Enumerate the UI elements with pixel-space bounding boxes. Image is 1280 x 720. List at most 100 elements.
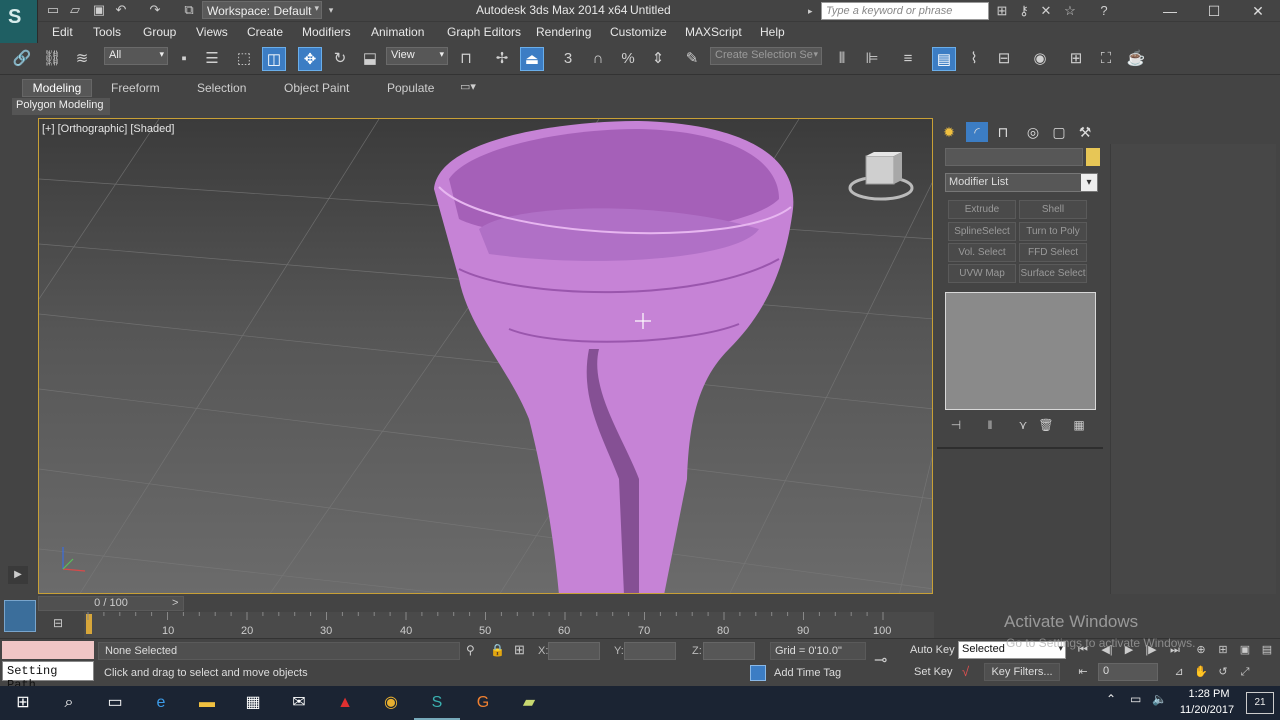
uvw-map-button[interactable]: UVW Map [948,264,1016,283]
rendered-frame-icon[interactable]: ⛶ [1094,47,1118,71]
menu-animation[interactable]: Animation [371,25,424,39]
notifications-icon[interactable]: 21 [1246,692,1274,714]
viewport-label[interactable]: [+] [Orthographic] [Shaded] [42,123,174,135]
new-file-icon[interactable]: ▭ [44,2,62,18]
volume-icon[interactable]: 🔈 [1152,692,1167,706]
menu-rendering[interactable]: Rendering [536,25,591,39]
scene-explorer-icon[interactable]: ▤ [932,47,956,71]
recorder-icon[interactable]: G [460,686,506,720]
utilities-tab-icon[interactable]: ⚒ [1074,122,1096,142]
snaps-toggle-icon[interactable]: 3 [556,47,580,71]
tab-freeform[interactable]: Freeform [111,81,160,95]
save-icon[interactable]: ▣ [90,2,108,18]
select-scale-icon[interactable]: ⬓ [358,47,382,71]
close-button[interactable]: ✕ [1236,0,1280,22]
remove-modifier-icon[interactable]: 🗑 [1036,418,1056,434]
reference-coord-dropdown[interactable]: View ▾ [386,47,448,65]
selection-lock-icon[interactable]: 🔒 [490,643,505,657]
polygon-modeling-panel[interactable]: Polygon Modeling [12,98,110,115]
orbit-icon[interactable]: ↺ [1214,664,1232,680]
pivot-center-icon[interactable]: ⊓ [454,47,478,71]
make-unique-icon[interactable]: ⋎ [1013,418,1033,434]
select-manipulate-icon[interactable]: ✢ [490,47,514,71]
rect-region-icon[interactable]: ⬚ [232,47,256,71]
z-coord-field[interactable] [703,642,755,660]
select-move-icon[interactable]: ✥ [298,47,322,71]
viewport[interactable] [38,118,933,594]
spinner-snap-icon[interactable]: ⇕ [646,47,670,71]
link-icon[interactable]: 🔗 [10,47,34,71]
pin-stack-icon[interactable]: ⊣ [946,418,966,434]
isolate-icon[interactable]: ⚲ [466,643,475,657]
notes-icon[interactable]: ▰ [506,686,552,720]
menu-modifiers[interactable]: Modifiers [302,25,351,39]
search-expand-icon[interactable]: ▸ [808,2,820,20]
curve-editor-icon[interactable]: ⌇ [962,47,986,71]
named-selection-dropdown[interactable]: Create Selection Se ▾ [710,47,822,65]
vol-select-button[interactable]: Vol. Select [948,243,1016,262]
minimize-button[interactable]: — [1148,0,1192,22]
absolute-mode-icon[interactable]: ⊞ [514,642,525,658]
menu-graph-editors[interactable]: Graph Editors [447,25,521,39]
field-of-view-icon[interactable]: ⊿ [1170,664,1188,680]
ribbon-options-icon[interactable]: ▭▾ [460,80,476,93]
add-time-tag-button[interactable]: Add Time Tag [770,664,845,682]
layer-manager-icon[interactable]: ≡ [896,47,920,71]
3dsmax-taskbar-icon[interactable]: S [414,686,460,720]
schematic-view-icon[interactable]: ⊟ [992,47,1016,71]
auto-key-button[interactable]: Auto Key [910,644,955,656]
viewport-scene[interactable] [39,119,933,594]
menu-maxscript[interactable]: MAXScript [685,25,742,39]
unlink-icon[interactable]: ⛓ [40,47,64,71]
tab-object-paint[interactable]: Object Paint [284,81,349,95]
render-production-icon[interactable]: ☕ [1124,47,1148,71]
workspace-selector[interactable]: Workspace: Default ▾ [202,1,322,19]
time-slider[interactable]: 0 / 100 [38,596,184,611]
maximize-viewport-icon[interactable]: ⤢ [1236,664,1254,680]
pan-view-icon[interactable]: ✋ [1192,664,1210,680]
tab-modeling[interactable]: Modeling [22,79,92,97]
y-coord-field[interactable] [624,642,676,660]
file-explorer-icon[interactable]: ▬ [184,686,230,720]
maxscript-mini-listener[interactable]: Setting Path [2,661,94,692]
binoculars-icon[interactable]: ⊞ [992,2,1012,20]
search-input[interactable]: Type a keyword or phrase [821,2,989,20]
view-cube-icon[interactable] [848,152,914,204]
help-icon[interactable]: ? [1094,2,1114,20]
windows-start-icon[interactable]: ⊞ [0,686,46,720]
surface-select-button[interactable]: Surface Select [1019,264,1087,283]
tab-selection[interactable]: Selection [197,81,246,95]
set-key-button[interactable]: Set Key [914,666,953,678]
expand-panel-icon[interactable]: ▶ [8,566,28,584]
display-tab-icon[interactable]: ▢ [1048,122,1070,142]
create-tab-icon[interactable]: ✹ [938,122,960,142]
menu-group[interactable]: Group [143,25,176,39]
menu-tools[interactable]: Tools [93,25,121,39]
configure-sets-icon[interactable]: ▦ [1069,418,1089,434]
menu-help[interactable]: Help [760,25,785,39]
clock-date[interactable]: 11/20/2017 [1172,704,1242,716]
time-tag-icon[interactable] [750,665,766,681]
tab-populate[interactable]: Populate [387,81,434,95]
modify-tab-icon[interactable]: ◜ [966,122,988,142]
track-bar-icon[interactable]: ⊟ [48,616,68,632]
angle-snap-icon[interactable]: ∩ [586,47,610,71]
material-editor-icon[interactable]: ◉ [1028,47,1052,71]
tools-icon[interactable]: ✕ [1036,2,1056,20]
undo-icon[interactable]: ↶ [112,2,130,18]
percent-snap-icon[interactable]: % [616,47,640,71]
select-object-icon[interactable]: ▪ [172,47,196,71]
mini-listener-icon[interactable] [4,600,36,632]
menu-customize[interactable]: Customize [610,25,667,39]
key-icon[interactable]: ⚷ [1014,2,1034,20]
menu-views[interactable]: Views [196,25,228,39]
zoom-extents-all-icon[interactable]: ▤ [1258,642,1276,658]
key-filters-button[interactable]: Key Filters... [984,663,1060,681]
key-icon[interactable]: ⊸ [874,650,887,670]
turn-to-poly-button[interactable]: Turn to Poly [1019,222,1087,241]
ffd-select-button[interactable]: FFD Select [1019,243,1087,262]
extrude-button[interactable]: Extrude [948,200,1016,219]
object-color-swatch[interactable] [1086,148,1100,166]
edit-named-sel-icon[interactable]: ✎ [680,47,704,71]
selection-filter-dropdown[interactable]: All ▾ [104,47,168,65]
